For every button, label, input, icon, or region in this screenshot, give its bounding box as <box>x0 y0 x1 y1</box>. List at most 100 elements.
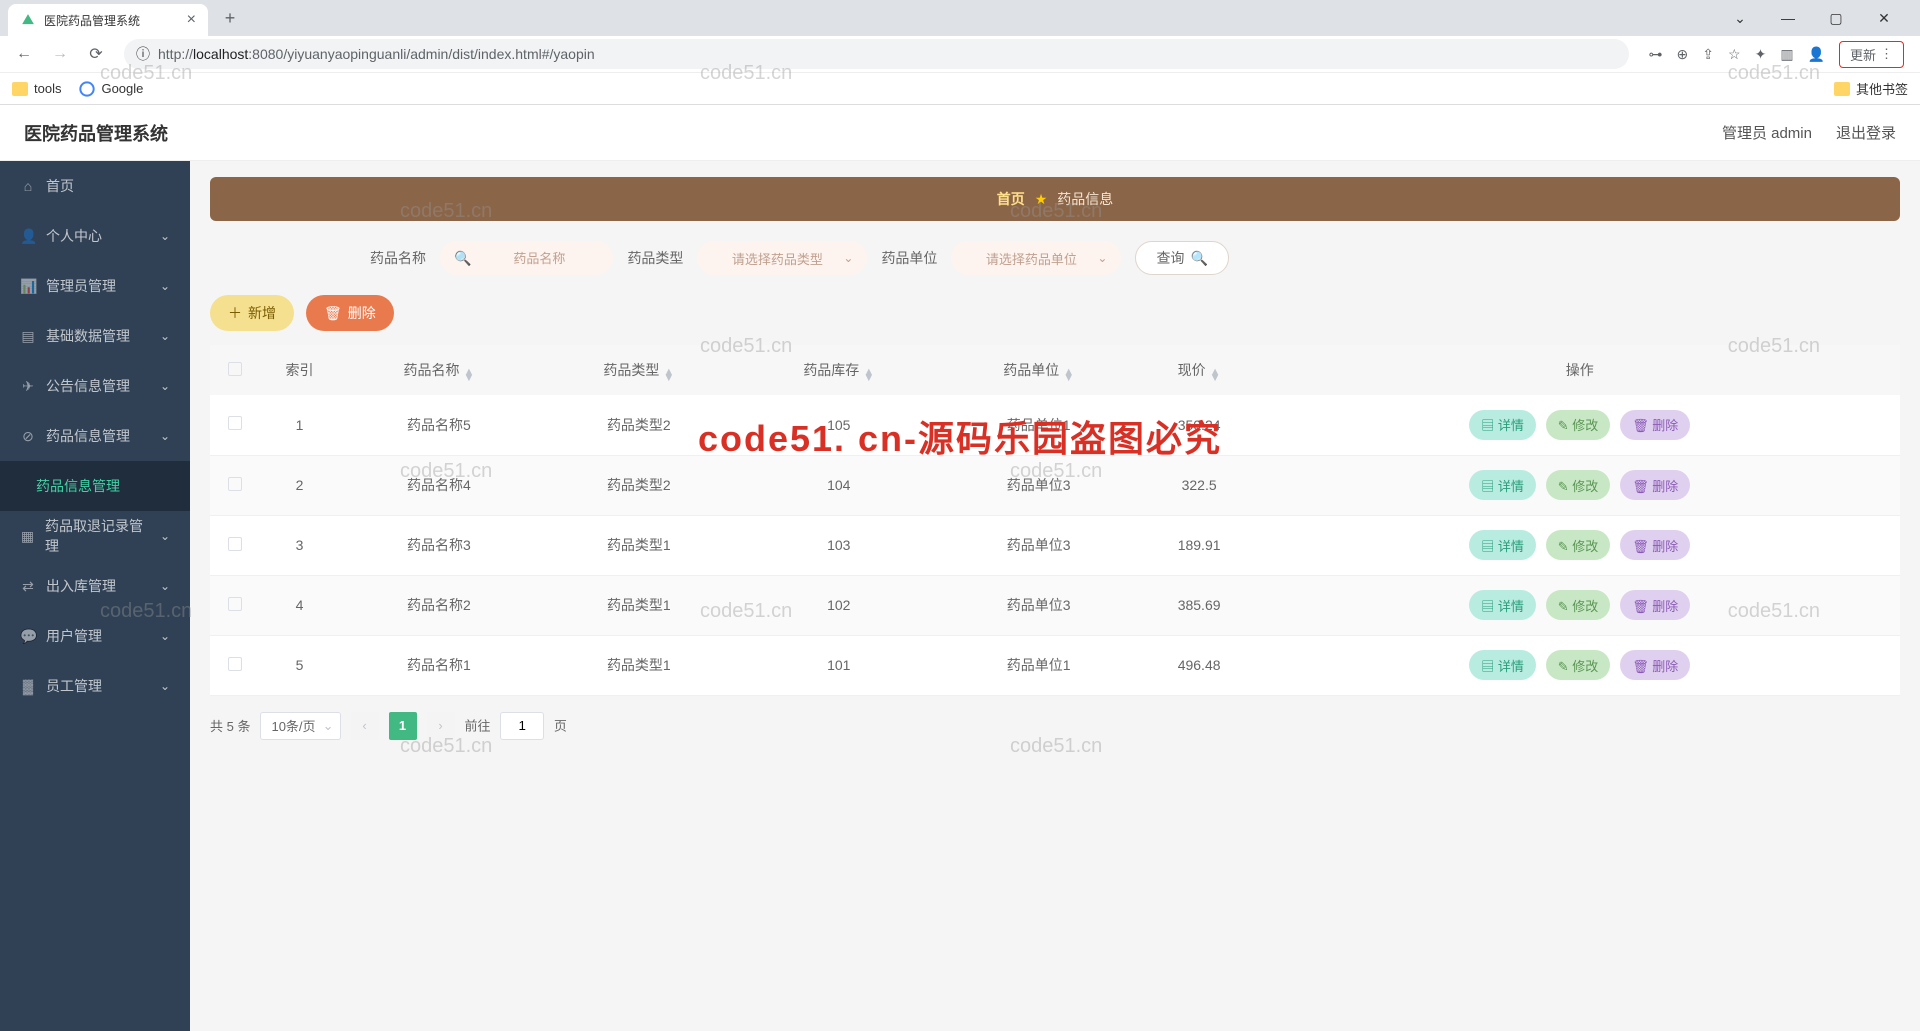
column-header: 操作 <box>1260 345 1900 395</box>
panel-icon[interactable]: ▥ <box>1780 46 1793 63</box>
column-header[interactable]: 药品单位▲▼ <box>939 345 1139 395</box>
type-select[interactable]: 请选择药品类型 ⌄ <box>697 241 867 275</box>
bookmark-google[interactable]: Google <box>79 81 143 97</box>
detail-button[interactable]: ▤ 详情 <box>1469 470 1536 500</box>
cell-operations: ▤ 详情 ✎ 修改 🗑 删除 <box>1260 455 1900 515</box>
close-icon[interactable]: × <box>187 11 196 29</box>
delete-button[interactable]: 🗑 删除 <box>1620 410 1690 440</box>
name-input[interactable] <box>479 251 599 266</box>
key-icon[interactable]: ⊶ <box>1649 46 1663 63</box>
row-checkbox[interactable] <box>228 597 242 611</box>
bookmark-icon[interactable]: ☆ <box>1728 46 1741 63</box>
edit-button[interactable]: ✎ 修改 <box>1546 530 1611 560</box>
search-form: 药品名称 🔍 药品类型 请选择药品类型 ⌄ 药品单位 请选择药品单位 ⌄ 查询 … <box>210 241 1900 275</box>
sidebar-item-9[interactable]: ▓员工管理⌄ <box>0 661 190 711</box>
minimize-icon[interactable]: — <box>1772 10 1804 27</box>
delete-button[interactable]: 🗑 删除 <box>1620 590 1690 620</box>
browser-tab[interactable]: 医院药品管理系统 × <box>8 4 208 36</box>
delete-button[interactable]: 🗑 删除 <box>1620 470 1690 500</box>
detail-button[interactable]: ▤ 详情 <box>1469 650 1536 680</box>
unit-select[interactable]: 请选择药品单位 ⌄ <box>951 241 1121 275</box>
sidebar-item-6[interactable]: ▦药品取退记录管理⌄ <box>0 511 190 561</box>
cell-unit: 药品单位1 <box>939 395 1139 455</box>
add-button[interactable]: ＋ 新增 <box>210 295 294 331</box>
staff-icon: ▓ <box>20 678 36 694</box>
sort-icon: ▲▼ <box>1063 369 1074 381</box>
row-checkbox[interactable] <box>228 657 242 671</box>
prev-page-button[interactable]: ‹ <box>351 712 379 740</box>
detail-button[interactable]: ▤ 详情 <box>1469 410 1536 440</box>
edit-button[interactable]: ✎ 修改 <box>1546 650 1611 680</box>
sidebar-item-8[interactable]: 💬用户管理⌄ <box>0 611 190 661</box>
cell-price: 350.24 <box>1139 395 1260 455</box>
profile-icon[interactable]: 👤 <box>1808 46 1825 63</box>
row-checkbox[interactable] <box>228 537 242 551</box>
column-header[interactable]: 索引 <box>260 345 339 395</box>
delete-button[interactable]: 🗑 删除 <box>1620 650 1690 680</box>
sidebar-item-0[interactable]: ⌂首页 <box>0 161 190 211</box>
page-number[interactable]: 1 <box>389 712 417 740</box>
bookmark-tools[interactable]: tools <box>12 81 61 96</box>
edit-button[interactable]: ✎ 修改 <box>1546 470 1611 500</box>
row-checkbox[interactable] <box>228 416 242 430</box>
zoom-icon[interactable]: ⊕ <box>1677 46 1689 63</box>
chevron-down-icon: ⌄ <box>843 251 853 265</box>
forward-button[interactable]: → <box>44 38 76 70</box>
share-icon[interactable]: ⇪ <box>1702 46 1714 63</box>
chevron-down-icon: ⌄ <box>160 579 170 593</box>
sidebar-item-2[interactable]: 📊管理员管理⌄ <box>0 261 190 311</box>
reload-button[interactable]: ⟳ <box>80 38 112 70</box>
sort-icon: ▲▼ <box>463 369 474 381</box>
cell-index: 4 <box>260 575 339 635</box>
edit-button[interactable]: ✎ 修改 <box>1546 590 1611 620</box>
back-button[interactable]: ← <box>8 38 40 70</box>
page-size-select[interactable]: 10条/页 <box>260 712 340 740</box>
bookmark-other[interactable]: 其他书签 <box>1834 79 1908 98</box>
sidebar-item-3[interactable]: ▤基础数据管理⌄ <box>0 311 190 361</box>
column-header[interactable]: 药品库存▲▼ <box>739 345 939 395</box>
chevron-down-icon: ⌄ <box>160 429 170 443</box>
logout-button[interactable]: 退出登录 <box>1836 122 1896 143</box>
admin-label[interactable]: 管理员 admin <box>1722 122 1812 143</box>
select-all-checkbox[interactable] <box>228 362 242 376</box>
sidebar-item-1[interactable]: 👤个人中心⌄ <box>0 211 190 261</box>
query-button[interactable]: 查询 🔍 <box>1135 241 1228 275</box>
column-header[interactable]: 现价▲▼ <box>1139 345 1260 395</box>
folder-icon <box>12 82 28 96</box>
edit-button[interactable]: ✎ 修改 <box>1546 410 1611 440</box>
column-header[interactable]: 药品名称▲▼ <box>339 345 539 395</box>
batch-delete-button[interactable]: 🗑 删除 <box>306 295 394 331</box>
detail-button[interactable]: ▤ 详情 <box>1469 530 1536 560</box>
cell-index: 5 <box>260 635 339 695</box>
cell-stock: 102 <box>739 575 939 635</box>
detail-button[interactable]: ▤ 详情 <box>1469 590 1536 620</box>
chevron-down-icon: ⌄ <box>160 529 170 543</box>
sidebar-item-7[interactable]: ⇄出入库管理⌄ <box>0 561 190 611</box>
url-input[interactable]: ⓘ http://localhost:8080/yiyuanyaopinguan… <box>124 39 1629 69</box>
extension-icon[interactable]: ✦ <box>1755 46 1767 63</box>
sidebar-item-4[interactable]: ✈公告信息管理⌄ <box>0 361 190 411</box>
update-button[interactable]: 更新 ⋮ <box>1839 41 1904 68</box>
close-window-icon[interactable]: ✕ <box>1868 10 1900 27</box>
maximize-icon[interactable]: ▢ <box>1820 10 1852 27</box>
delete-button[interactable]: 🗑 删除 <box>1620 530 1690 560</box>
info-icon[interactable]: ⓘ <box>136 44 150 64</box>
cell-unit: 药品单位3 <box>939 455 1139 515</box>
chevron-down-icon: ⌄ <box>160 329 170 343</box>
name-label: 药品名称 <box>370 248 426 268</box>
column-header[interactable]: 药品类型▲▼ <box>539 345 739 395</box>
jump-input[interactable] <box>500 712 544 740</box>
sidebar-item-5[interactable]: ⊘药品信息管理⌄ <box>0 411 190 461</box>
sidebar-item-label: 药品取退记录管理 <box>45 516 150 556</box>
sidebar-subitem-active[interactable]: 药品信息管理 <box>0 461 190 511</box>
next-page-button[interactable]: › <box>427 712 455 740</box>
breadcrumb-home[interactable]: 首页 <box>997 189 1025 209</box>
total-count: 共 5 条 <box>210 716 250 735</box>
new-tab-button[interactable]: + <box>216 4 244 32</box>
row-checkbox[interactable] <box>228 477 242 491</box>
google-icon <box>79 81 95 97</box>
table-row: 4 药品名称2 药品类型1 102 药品单位3 385.69 ▤ 详情 ✎ 修改… <box>210 575 1900 635</box>
chevron-down-icon: ⌄ <box>160 279 170 293</box>
page-jump: 前往 页 <box>465 712 567 740</box>
dropdown-icon[interactable]: ⌄ <box>1724 10 1756 27</box>
